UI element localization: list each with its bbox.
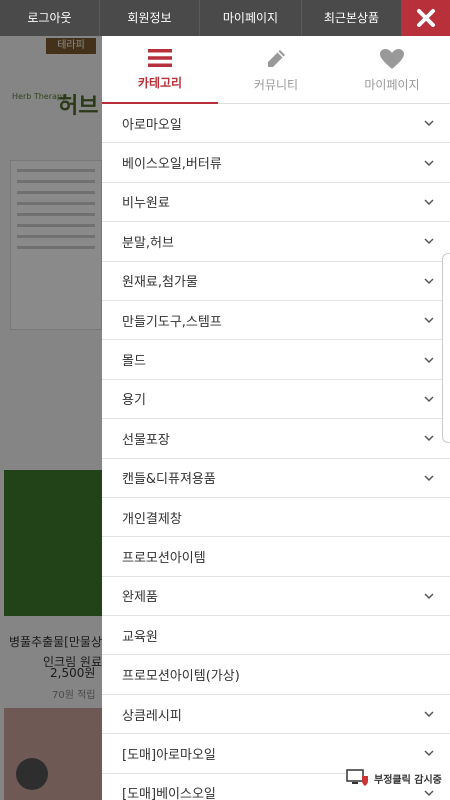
heart-icon [380,49,404,69]
menu-item[interactable]: 선물포장 [102,419,450,459]
chevron-down-icon[interactable] [422,313,436,327]
category-menu: 아로마오일베이스오일,버터류비누원료분말,허브원재료,첨가물만들기도구,스템프몰… [102,104,450,800]
chevron-down-icon[interactable] [422,116,436,130]
menu-item-label: 베이스오일,버터류 [122,157,222,173]
close-icon [417,9,435,27]
menu-item-label: 캔들&디퓨져용품 [122,472,216,488]
menu-item-label: [도매]아로마오일 [122,747,216,763]
fraud-click-text: 부정클릭 감시중 [374,774,442,786]
tab-mypage[interactable]: 마이페이지 [334,36,450,103]
pencil-icon [268,50,285,67]
fraud-click-badge: 부정클릭 감시중 [346,768,450,788]
menu-item-label: 분말,허브 [122,235,174,251]
scroll-handle[interactable] [442,253,450,443]
top-bar: 로그아웃 회원정보 마이페이지 최근본상품 [0,0,450,36]
menu-item[interactable]: 베이스오일,버터류 [102,143,450,183]
menu-item-label: 프로모션아이템 [122,550,206,566]
menu-item[interactable]: 분말,허브 [102,222,450,262]
chevron-down-icon[interactable] [422,156,436,170]
menu-item[interactable]: 원재료,첨가물 [102,262,450,301]
menu-item[interactable]: 몰드 [102,340,450,380]
menu-icon [148,49,172,67]
menu-item-label: 개인결제창 [122,511,182,527]
mypage-link[interactable]: 마이페이지 [200,0,302,36]
menu-item-label: 프로모션아이템(가상) [122,669,240,685]
chevron-down-icon[interactable] [422,353,436,367]
menu-item-label: 몰드 [122,354,146,370]
drawer-tabs: 카테고리 커뮤니티 마이페이지 [102,36,450,104]
menu-item[interactable]: 만들기도구,스템프 [102,301,450,341]
monitor-shield-icon [346,769,368,786]
chevron-down-icon[interactable] [422,746,436,760]
logout-link[interactable]: 로그아웃 [0,0,100,36]
menu-item-label: 완제품 [122,590,158,606]
menu-item[interactable]: 교육원 [102,616,450,656]
menu-item[interactable]: 용기 [102,380,450,420]
menu-item-label: 용기 [122,393,146,409]
chevron-down-icon[interactable] [422,195,436,209]
chevron-down-icon[interactable] [422,274,436,288]
tab-label: 커뮤니티 [253,78,299,92]
chevron-down-icon[interactable] [422,431,436,445]
chevron-down-icon[interactable] [422,234,436,248]
chevron-down-icon[interactable] [422,471,436,485]
menu-item[interactable]: 개인결제창 [102,498,450,538]
menu-item-label: [도매]베이스오일 [122,787,216,800]
recent-products-link[interactable]: 최근본상품 [302,0,402,36]
menu-item[interactable]: 비누원료 [102,183,450,223]
tab-category[interactable]: 카테고리 [102,36,218,104]
chevron-down-icon[interactable] [422,589,436,603]
menu-item[interactable]: 프로모션아이템(가상) [102,655,450,695]
menu-item[interactable]: 캔들&디퓨져용품 [102,459,450,498]
menu-item-label: 원재료,첨가물 [122,275,198,291]
chevron-down-icon[interactable] [422,707,436,721]
tab-community[interactable]: 커뮤니티 [218,36,334,103]
menu-item-label: 비누원료 [122,196,170,212]
menu-item[interactable]: 프로모션아이템 [102,537,450,577]
menu-item-label: 상큼레시피 [122,708,182,724]
menu-item[interactable]: 완제품 [102,577,450,617]
menu-item-label: 아로마오일 [122,117,182,133]
member-info-link[interactable]: 회원정보 [100,0,200,36]
side-drawer: 카테고리 커뮤니티 마이페이지 아로마오일베이스오일,버터류비누원료분말,허브원… [102,36,450,800]
menu-item-label: 선물포장 [122,432,170,448]
tab-label: 카테고리 [137,76,183,90]
menu-item[interactable]: 상큼레시피 [102,695,450,735]
close-button[interactable] [402,0,450,36]
tab-label: 마이페이지 [364,78,420,92]
menu-item-label: 만들기도구,스템프 [122,314,222,330]
menu-item-label: 교육원 [122,629,158,645]
chevron-down-icon[interactable] [422,392,436,406]
menu-item[interactable]: 아로마오일 [102,104,450,144]
